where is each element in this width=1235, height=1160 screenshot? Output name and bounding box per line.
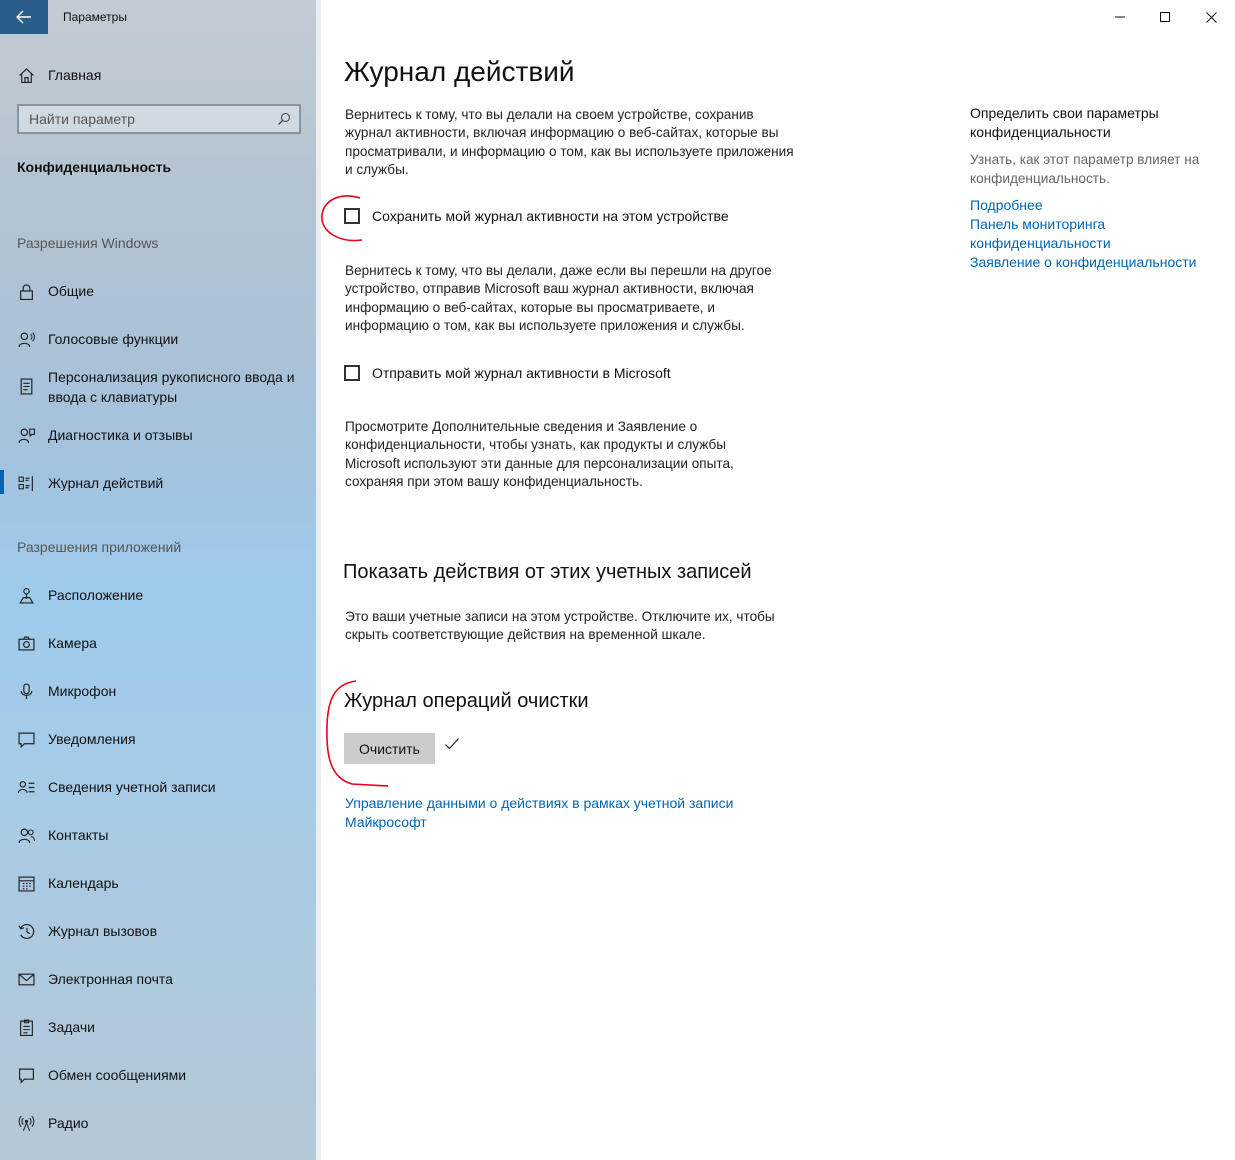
store-activity-label: Сохранить мой журнал активности на этом …	[372, 208, 729, 224]
sidebar-item-account-info[interactable]: Сведения учетной записи	[0, 778, 316, 797]
sidebar-item-email[interactable]: Электронная почта	[0, 970, 316, 989]
sidebar-item-home[interactable]: Главная	[0, 66, 316, 85]
feedback-icon	[17, 426, 35, 444]
search-icon	[278, 112, 291, 125]
sidebar-item-general[interactable]: Общие	[0, 282, 316, 301]
sidebar-item-radio[interactable]: Радио	[0, 1114, 316, 1133]
sidebar: Параметры Главная Конфиденциальность Раз…	[0, 0, 321, 1160]
radio-icon	[17, 1114, 35, 1132]
sidebar-item-contacts[interactable]: Контакты	[0, 826, 316, 845]
back-arrow-icon	[16, 10, 31, 24]
clear-history-heading: Журнал операций очистки	[344, 690, 589, 712]
activity-history-icon	[17, 474, 35, 492]
sidebar-item-tasks[interactable]: Задачи	[0, 1018, 316, 1037]
app-permissions-header: Разрешения приложений	[17, 539, 182, 555]
account-info-icon	[17, 778, 35, 796]
calendar-icon	[17, 874, 35, 892]
related-settings-panel: Определить свои параметры конфиденциальн…	[970, 104, 1215, 272]
email-icon	[17, 970, 35, 988]
manage-ms-account-activity-link[interactable]: Управление данными о действиях в рамках …	[345, 794, 755, 832]
windows-permissions-header: Разрешения Windows	[17, 235, 159, 251]
privacy-options-subtext: Узнать, как этот параметр влияет на конф…	[970, 152, 1200, 186]
call-history-icon	[17, 922, 35, 940]
home-icon	[17, 66, 35, 84]
sidebar-item-inking-typing[interactable]: Персонализация рукописного ввода и ввода…	[0, 368, 316, 407]
send-activity-checkbox[interactable]	[344, 365, 360, 381]
sidebar-item-microphone[interactable]: Микрофон	[0, 682, 316, 701]
back-button[interactable]	[0, 0, 48, 34]
send-activity-label: Отправить мой журнал активности в Micros…	[372, 365, 671, 381]
search-input[interactable]	[29, 111, 259, 127]
lock-icon	[17, 282, 35, 300]
contacts-icon	[17, 826, 35, 844]
sidebar-item-call-history[interactable]: Журнал вызовов	[0, 922, 316, 941]
send-intro-text: Вернитесь к тому, что вы делали, даже ес…	[345, 263, 772, 333]
privacy-dashboard-link[interactable]: Панель мониторинга конфиденциальности	[970, 215, 1215, 253]
clear-button[interactable]: Очистить	[344, 733, 435, 764]
privacy-options-heading: Определить свои параметры конфиденциальн…	[970, 105, 1159, 140]
messaging-icon	[17, 1066, 35, 1084]
store-activity-checkbox[interactable]	[344, 208, 360, 224]
app-title: Параметры	[63, 10, 127, 24]
camera-icon	[17, 634, 35, 652]
search-field[interactable]	[17, 104, 301, 134]
page-title: Журнал действий	[344, 56, 575, 87]
sidebar-item-location[interactable]: Расположение	[0, 586, 316, 605]
sidebar-item-notifications[interactable]: Уведомления	[0, 730, 316, 749]
sidebar-item-camera[interactable]: Камера	[0, 634, 316, 653]
sidebar-item-calendar[interactable]: Календарь	[0, 874, 316, 893]
send-activity-checkbox-row[interactable]: Отправить мой журнал активности в Micros…	[344, 365, 671, 381]
intro-text: Вернитесь к тому, что вы делали на своем…	[345, 107, 794, 177]
sidebar-item-activity-history[interactable]: Журнал действий	[0, 470, 316, 494]
checkmark-icon	[445, 738, 459, 750]
category-title: Конфиденциальность	[17, 159, 172, 175]
learn-more-link[interactable]: Подробнее	[970, 196, 1215, 215]
store-activity-checkbox-row[interactable]: Сохранить мой журнал активности на этом …	[344, 208, 729, 224]
microphone-icon	[17, 682, 35, 700]
location-icon	[17, 586, 35, 604]
sidebar-item-speech[interactable]: Голосовые функции	[0, 330, 316, 349]
sidebar-item-diagnostics[interactable]: Диагностика и отзывы	[0, 426, 316, 445]
tasks-icon	[17, 1018, 35, 1036]
privacy-statement-link[interactable]: Заявление о конфиденциальности	[970, 253, 1215, 272]
handwriting-icon	[17, 377, 35, 395]
speech-icon	[17, 330, 35, 348]
notifications-icon	[17, 730, 35, 748]
accounts-description: Это ваши учетные записи на этом устройст…	[345, 609, 775, 643]
main-content: Журнал действий Вернитесь к тому, что вы…	[321, 0, 1235, 1160]
sidebar-item-messaging[interactable]: Обмен сообщениями	[0, 1066, 316, 1085]
accounts-heading: Показать действия от этих учетных записе…	[343, 561, 752, 583]
privacy-note-text: Просмотрите Дополнительные сведения и За…	[345, 419, 734, 489]
